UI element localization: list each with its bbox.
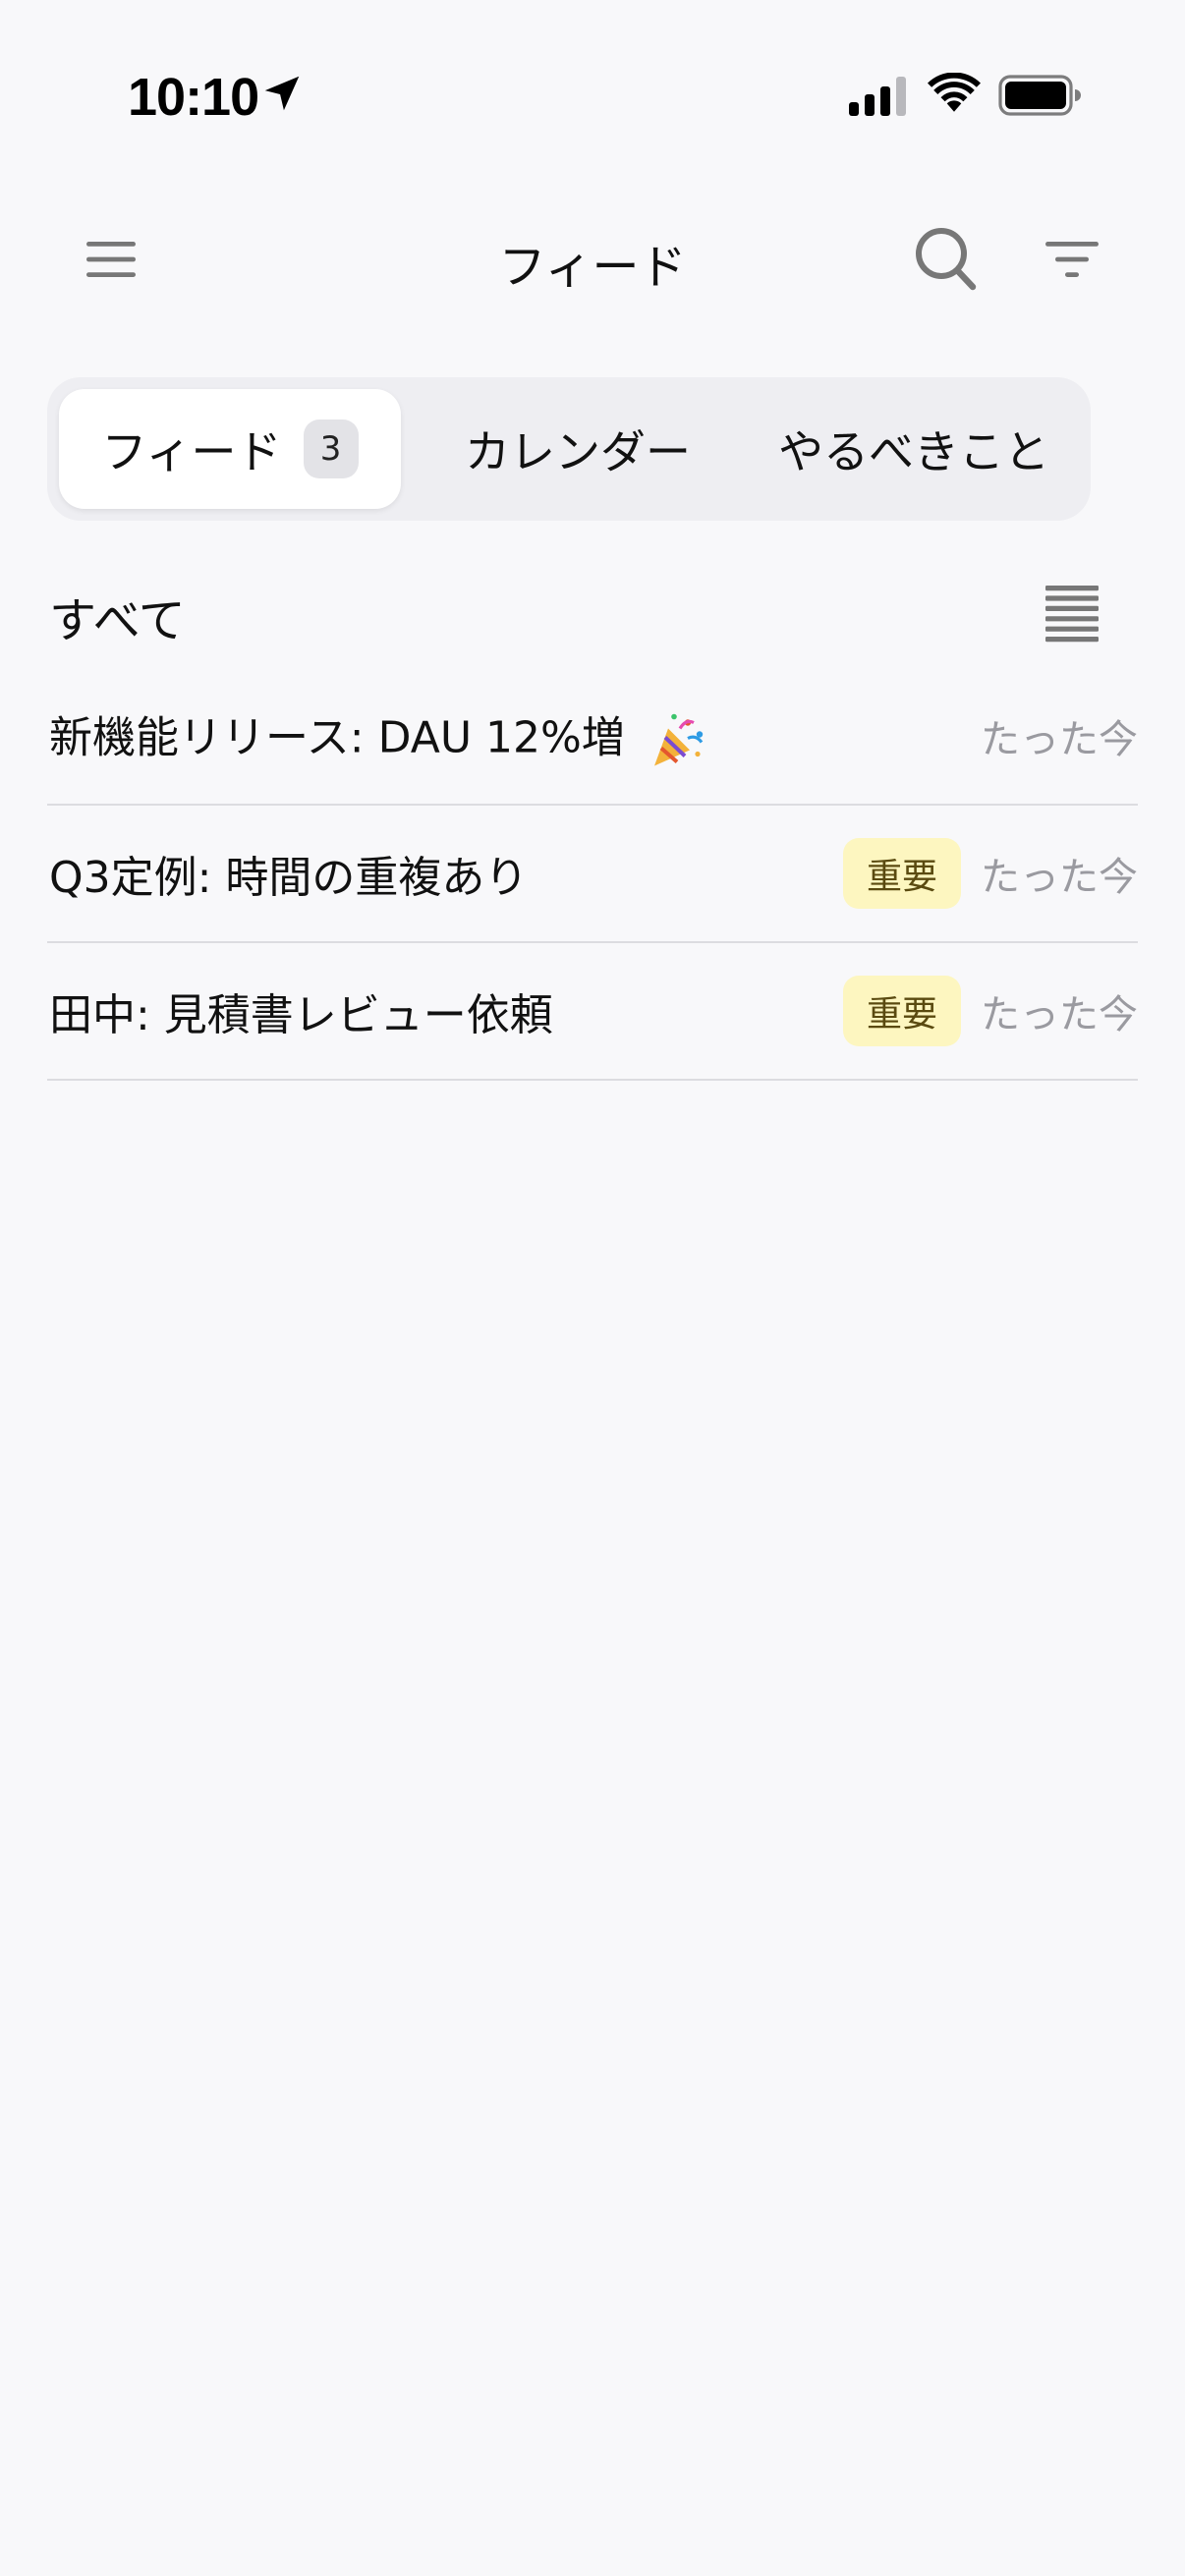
feed-item[interactable]: Q3定例: 時間の重複あり 重要 たった今: [47, 806, 1138, 943]
feed-screen: 10:10 フィード フィード 3 カレンダー やるべきこと すべて 新機能リリ…: [0, 0, 1185, 2576]
feed-item-title: 新機能リリース: DAU 12%増: [49, 702, 707, 770]
status-bar: 10:10: [0, 0, 1185, 187]
tab-feed-label: フィード: [101, 425, 282, 478]
page-title: フィード: [498, 240, 687, 295]
tab-todo[interactable]: やるべきこと: [747, 389, 1081, 509]
search-icon[interactable]: [914, 226, 977, 291]
tab-feed[interactable]: フィード 3: [59, 389, 401, 509]
feed-item[interactable]: 田中: 見積書レビュー依頼 重要 たった今: [47, 943, 1138, 1081]
view-tabs: フィード 3 カレンダー やるべきこと: [47, 377, 1091, 521]
feed-item-title: Q3定例: 時間の重複あり: [49, 853, 529, 903]
feed-item-time: たった今: [981, 855, 1138, 900]
status-time: 10:10: [128, 68, 259, 127]
feed-item[interactable]: 新機能リリース: DAU 12%増 たった今: [47, 668, 1138, 806]
priority-badge: 重要: [842, 976, 961, 1046]
feed-item-time: たった今: [981, 717, 1138, 762]
feed-item-time: たった今: [981, 992, 1138, 1037]
list-view-icon[interactable]: [1045, 586, 1099, 643]
feed-item-title: 田中: 見積書レビュー依頼: [49, 990, 553, 1040]
tab-todo-label: やるべきこと: [778, 425, 1049, 478]
cellular-signal-icon: [849, 77, 906, 116]
location-arrow-icon: [264, 76, 300, 111]
feed-list: 新機能リリース: DAU 12%増 たった今 Q3定例: 時間の重複あり 重要 …: [47, 668, 1138, 1081]
feed-item-title-text: 新機能リリース: DAU 12%増: [49, 712, 625, 763]
priority-badge: 重要: [842, 838, 961, 909]
battery-icon: [998, 75, 1081, 116]
tab-feed-count-badge: 3: [303, 420, 359, 478]
party-popper-icon: [653, 713, 704, 766]
filter-icon[interactable]: [1045, 240, 1099, 279]
header: フィード: [0, 196, 1185, 324]
tab-calendar[interactable]: カレンダー: [421, 389, 735, 509]
tab-calendar-label: カレンダー: [465, 425, 691, 478]
section-title: すべて: [49, 593, 186, 648]
wifi-icon: [928, 73, 981, 112]
